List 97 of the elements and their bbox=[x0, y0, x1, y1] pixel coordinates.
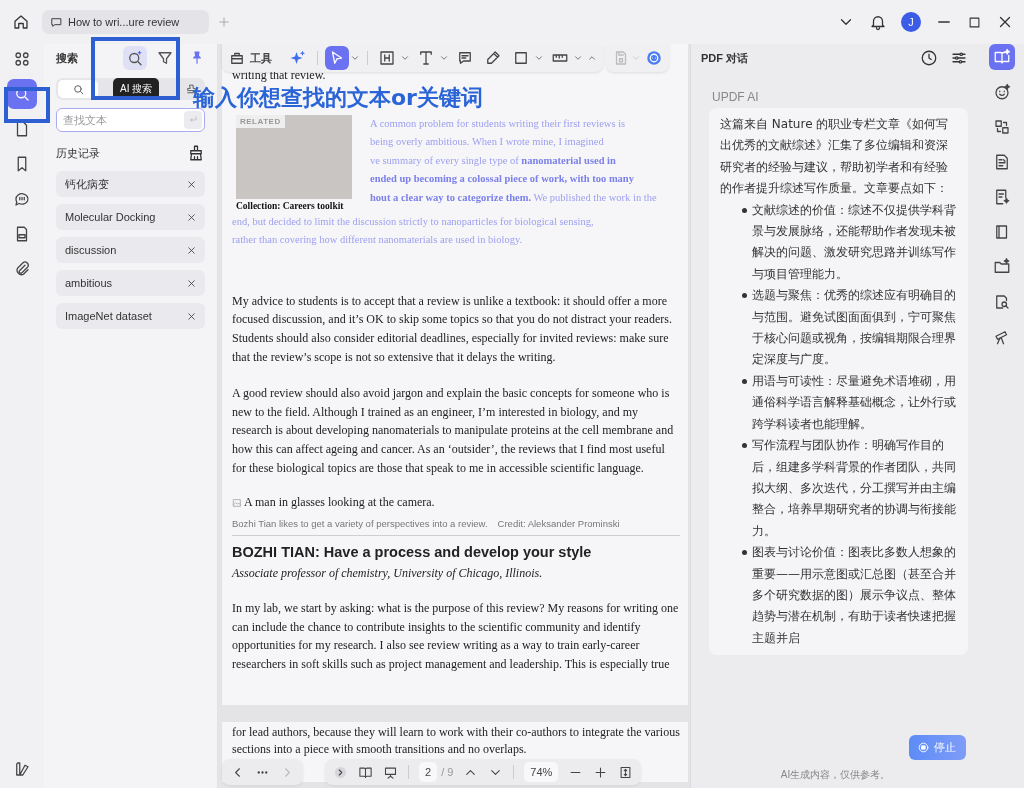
broom-icon[interactable] bbox=[187, 144, 205, 162]
smiley-sparkle-icon bbox=[993, 83, 1011, 101]
panel-title: 搜索 bbox=[56, 50, 78, 66]
highlighted-text-line: A common problem for students writing their first reviews is bbox=[370, 116, 627, 131]
panel-title: PDF 对话 bbox=[701, 50, 750, 66]
paragraph: My advice to students is to accept that a review is unlike a textbook: it should offer a more focused discussion, and it’s OK to skip some topics so that you do not distract your readers. Students should also consider editorial deadlines, especially for invited reviews: make sure that the review’s scope is not so extensive that it delays the writing. bbox=[232, 292, 673, 366]
pen-icon bbox=[484, 49, 502, 67]
image-caption: Bozhi Tian likes to get a variety of perspectives into a review. bbox=[232, 518, 488, 530]
stop-icon bbox=[917, 741, 930, 754]
bullet-dot bbox=[742, 443, 747, 449]
ai-search-icon bbox=[126, 49, 144, 67]
book-sparkle-icon bbox=[993, 48, 1011, 66]
history-heading: 历史记录 bbox=[56, 145, 100, 161]
bullet-dot bbox=[742, 378, 747, 384]
highlighted-text-line: rather than covering how different nanomaterials are used in biology. bbox=[232, 233, 524, 248]
history-item[interactable]: Molecular Docking bbox=[56, 204, 205, 230]
related-caption[interactable]: Collection: Careers toolkit bbox=[236, 198, 352, 213]
remove-icon[interactable] bbox=[186, 211, 197, 223]
heading-tool-icon bbox=[378, 49, 396, 67]
remove-icon[interactable] bbox=[186, 244, 197, 256]
rectangle-tool-icon bbox=[512, 49, 530, 67]
collapse-icon[interactable] bbox=[587, 53, 597, 63]
message-text: 这篇来自 Nature 的职业专栏文章《如何写出优秀的文献综述》汇集了多位编辑和资深研究者的经验与建议，帮助初学者和有经验的作者提升综述写作质量。文章要点如下： bbox=[720, 116, 950, 198]
caret-icon[interactable] bbox=[573, 53, 583, 63]
history-item[interactable]: 钙化病变 bbox=[56, 171, 205, 197]
related-label: RELATED bbox=[236, 114, 285, 128]
caret-icon[interactable] bbox=[400, 53, 410, 63]
cursor-button[interactable] bbox=[325, 46, 349, 70]
assistant-name: UPDF AI bbox=[712, 90, 760, 104]
bullet-dot bbox=[742, 550, 747, 556]
image-alt-text: A man in glasses looking at the camera. bbox=[244, 495, 435, 511]
book-sparkle-button[interactable] bbox=[989, 44, 1015, 70]
zoom-in-icon[interactable] bbox=[593, 764, 609, 780]
folder-sparkle-icon bbox=[993, 258, 1011, 276]
search-icon bbox=[71, 82, 85, 96]
disclaimer-text: AI生成内容，仅供参考。 bbox=[779, 768, 892, 782]
presentation-icon[interactable] bbox=[383, 764, 398, 780]
highlighted-text-line: end, but decided to limit the discussion strictly to nanoparticles for biological sensing, bbox=[232, 214, 595, 229]
bullet-text: 选题与聚焦：优秀的综述应有明确目的与范围。避免试图面面俱到，宁可聚焦于核心问题或视角，按编辑期限合理界定深度与广度。 bbox=[752, 287, 957, 369]
bullet-dot bbox=[742, 293, 747, 299]
caret-icon[interactable] bbox=[439, 53, 449, 63]
bullet-text: 文献综述的价值：综述不仅提供学科背景与发展脉络，还能帮助作者发现未被解决的问题、激发研究思路并训练写作与项目管理能力。 bbox=[752, 201, 957, 283]
history-icon[interactable] bbox=[920, 49, 938, 67]
highlighted-text-line: being overly ambitious. When I wrote mine, I imagined bbox=[370, 135, 605, 150]
filter-icon bbox=[156, 49, 174, 67]
expand-icon[interactable] bbox=[333, 764, 348, 780]
sparkle-icon bbox=[289, 49, 307, 67]
history-item[interactable]: discussion bbox=[56, 237, 205, 263]
highlight-frame bbox=[4, 87, 50, 123]
caret-icon[interactable] bbox=[534, 53, 544, 63]
paragraph: for lead authors, because they will learn to work with their co-authors to integrate the various sections into a piece with smooth transitions and no overlaps. bbox=[232, 724, 680, 757]
highlighted-text-line: ve summary of every single type of nanomaterial used in bbox=[370, 153, 617, 168]
apps-icon bbox=[13, 50, 31, 68]
bullet-text: 图表与讨论价值：图表比多数人想象的重要——用示意图或汇总图（甚至合并多个研究数据的图）展示争议点、整体趋势与潜在机制，有助于读者快速把握主题并启 bbox=[752, 544, 957, 647]
comment-icon bbox=[456, 49, 474, 67]
settings-icon[interactable] bbox=[950, 49, 968, 67]
remove-icon[interactable] bbox=[186, 310, 197, 322]
ai-search-button[interactable] bbox=[123, 46, 147, 70]
document-icon bbox=[50, 15, 63, 29]
document-translate-icon bbox=[993, 153, 1011, 171]
image-credit: Credit: Aleksander Prominski bbox=[497, 518, 620, 530]
text-tool-icon bbox=[417, 49, 435, 67]
document-tab[interactable]: How to wri...ure review bbox=[42, 10, 210, 34]
search-field[interactable]: 查找文本 bbox=[56, 108, 205, 132]
paragraph: In my lab, we start by asking: what is the purpose of this review? My reasons for writing one can include the chance to contribute insights to the scientific community and identify opportunities for my research. I also see review writing as a way to train early-career researchers in soft skills such as project management and leadership. This is especially true bbox=[232, 600, 680, 673]
user-avatar[interactable]: J bbox=[901, 12, 921, 32]
bullet-text: 写作流程与团队协作：明确写作目的后，组建多学科背景的作者团队，共同拟大纲、多次迭代，分工撰写并由主编整合，培养早期研究者的协调与衔接能力。 bbox=[752, 437, 957, 540]
highlighted-text-line: hout a clear way to categorize them. We published the work in the bbox=[370, 190, 657, 205]
bullet-dot bbox=[742, 207, 747, 213]
caret-icon[interactable] bbox=[350, 53, 360, 63]
history-item[interactable]: ImageNet dataset bbox=[56, 303, 205, 329]
maximize-icon[interactable] bbox=[967, 14, 982, 30]
paperclip-icon bbox=[13, 260, 31, 278]
assistant-icon[interactable] bbox=[645, 49, 663, 67]
document-sparkle-icon bbox=[993, 188, 1011, 206]
leaf-icon[interactable] bbox=[13, 760, 31, 778]
document-search-icon bbox=[993, 293, 1011, 311]
home-icon[interactable] bbox=[12, 13, 30, 31]
remove-icon[interactable] bbox=[186, 277, 197, 289]
paragraph: A good review should also avoid jargon and explain the basic concepts for someone who is new to the field. Although I trained as an engineer, I’m interested in biology, and my research is about developing nanomaterials to manipulate proteins at the cell membrane and how this can affect ageing and cancer. As an ‘outsider’, the reviews that I find most useful for these biological topics are those that speak to me in accessible scientific language. bbox=[232, 385, 675, 477]
broken-image-icon bbox=[232, 497, 242, 508]
comment-icon bbox=[13, 190, 31, 208]
bell-icon[interactable] bbox=[869, 13, 887, 31]
highlighted-text-line: ended up becoming a colossal piece of work, with too many bbox=[370, 172, 635, 187]
paragraph: writing that review. bbox=[232, 67, 327, 84]
page-number-field[interactable]: 2 bbox=[419, 762, 438, 782]
author-affiliation: Associate professor of chemistry, University of Chicago, Illinois. bbox=[232, 566, 544, 582]
tools-button[interactable]: 工具 bbox=[228, 49, 282, 67]
section-heading: BOZHI TIAN: Have a process and develop your style bbox=[232, 544, 593, 561]
fit-page-icon[interactable] bbox=[618, 764, 634, 780]
book-icon[interactable] bbox=[358, 764, 373, 780]
history-item[interactable]: ambitious bbox=[56, 270, 205, 296]
translate-icon bbox=[993, 118, 1011, 136]
bullet-text: 用语与可读性：尽量避免术语堆砌，用通俗科学语言解释基础概念，让外行或跨学科读者也能理解。 bbox=[752, 372, 957, 433]
page-total: / 9 bbox=[441, 766, 454, 778]
remove-icon[interactable] bbox=[186, 178, 197, 190]
zoom-field[interactable]: 74% bbox=[524, 762, 559, 782]
